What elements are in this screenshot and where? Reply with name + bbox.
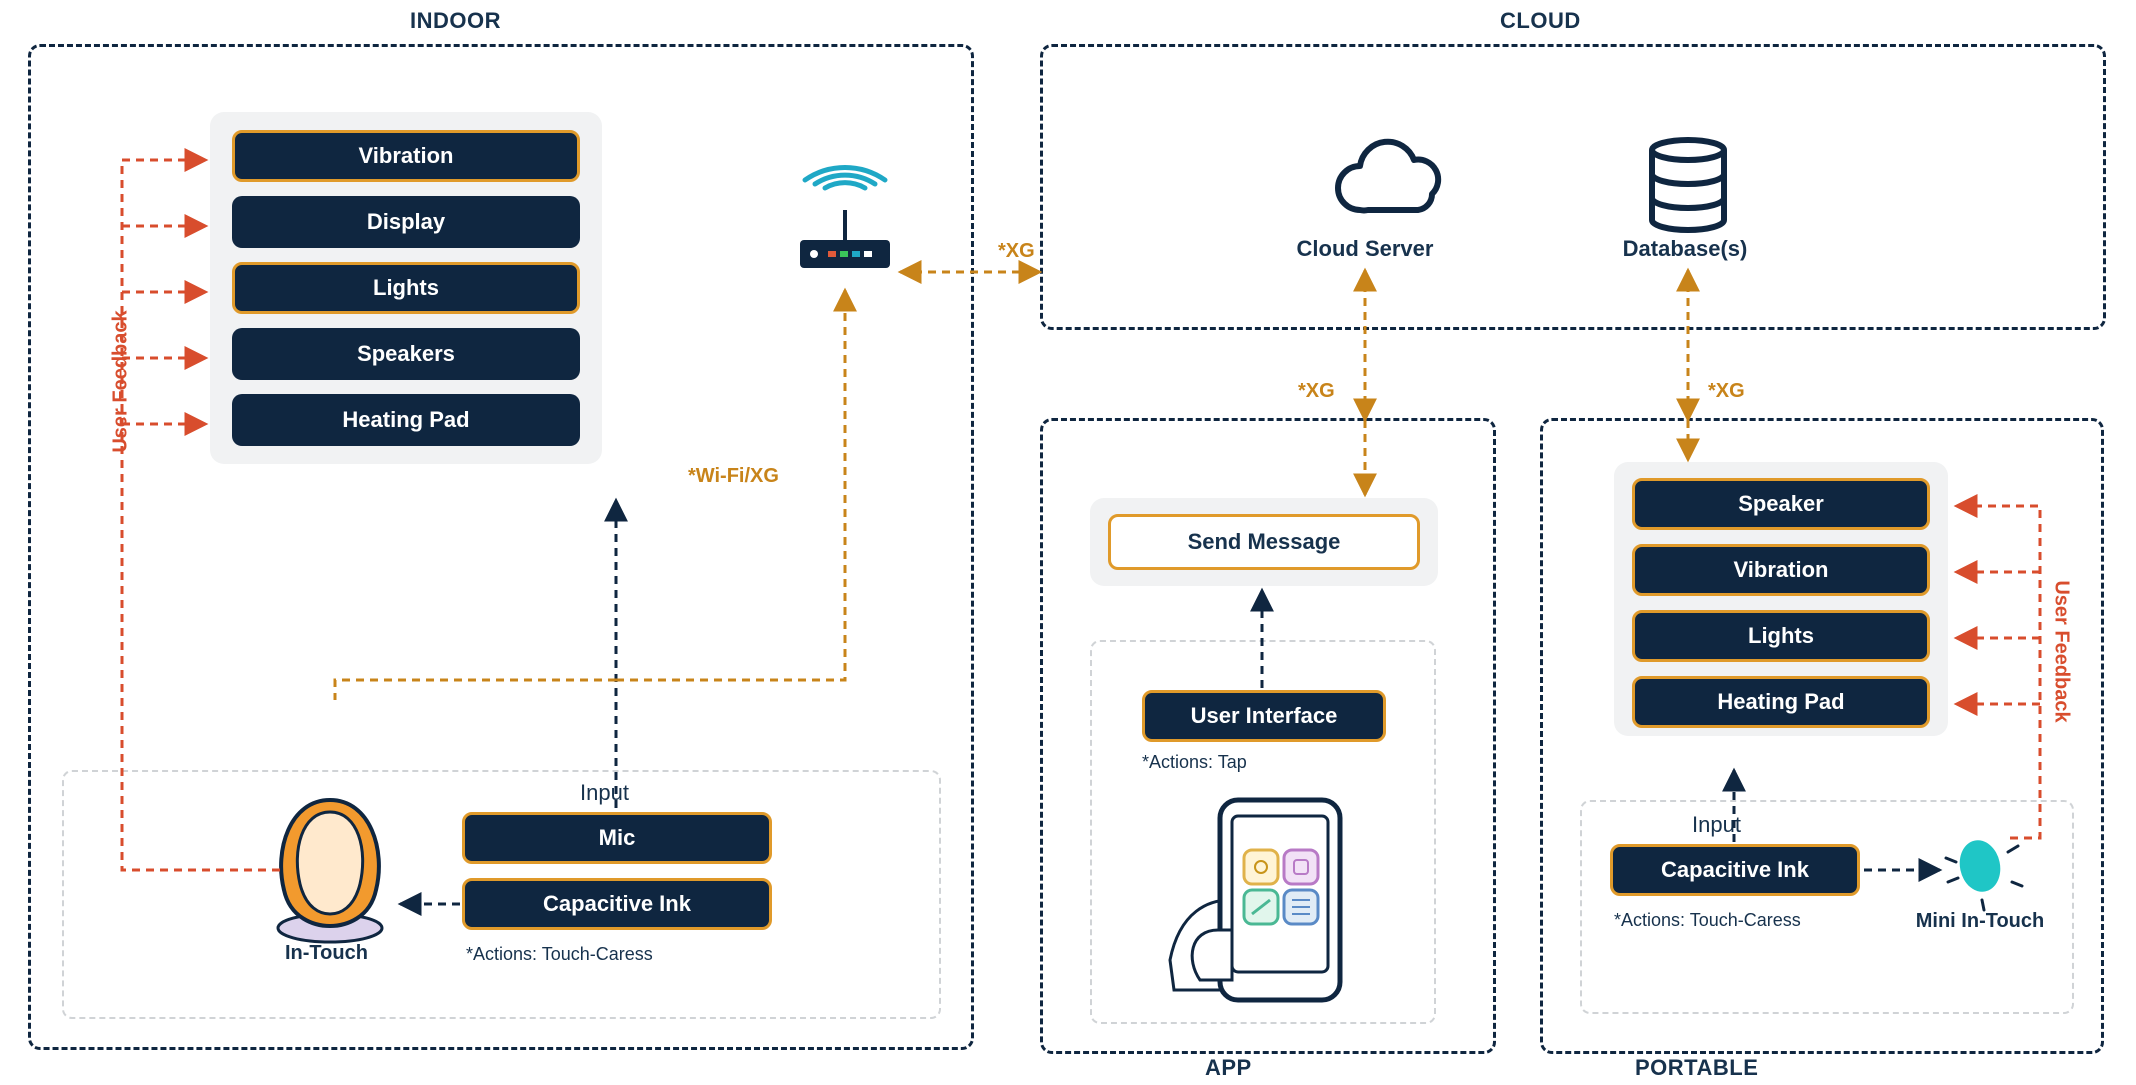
app-send-message: Send Message [1108,514,1420,570]
portable-output-heatingpad: Heating Pad [1632,676,1930,728]
cloud-db-label: Database(s) [1600,236,1770,262]
indoor-output-speakers: Speakers [232,328,580,380]
section-title-app: APP [1205,1055,1252,1081]
app-sendmsg-box: Send Message [1090,498,1438,586]
indoor-output-heatingpad: Heating Pad [232,394,580,446]
section-title-cloud: CLOUD [1500,8,1581,34]
indoor-actions-note: *Actions: Touch-Caress [466,944,653,965]
portable-outputs-box: Speaker Vibration Lights Heating Pad [1614,462,1948,736]
indoor-input-mic: Mic [462,812,772,864]
indoor-output-vibration: Vibration [232,130,580,182]
portable-actions-note: *Actions: Touch-Caress [1614,910,1801,931]
portable-output-lights: Lights [1632,610,1930,662]
indoor-wifi-xg-label: *Wi-Fi/XG [688,465,779,488]
indoor-output-display: Display [232,196,580,248]
portable-input-subpanel [1580,800,2074,1014]
app-ui-pill: User Interface [1142,690,1386,742]
portable-output-speaker: Speaker [1632,478,1930,530]
indoor-input-title: Input [580,780,629,806]
cloud-server-label: Cloud Server [1280,236,1450,262]
section-title-portable: PORTABLE [1635,1055,1758,1081]
portable-feedback-label: User Feedback [2050,580,2073,722]
xg-app-label: *XG [1298,380,1335,403]
xg-portable-label: *XG [1708,380,1745,403]
portable-input-title: Input [1692,812,1741,838]
cloud-panel [1040,44,2106,330]
portable-input-capink: Capacitive Ink [1610,844,1860,896]
indoor-outputs-box: Vibration Display Lights Speakers Heatin… [210,112,602,464]
indoor-input-capink: Capacitive Ink [462,878,772,930]
indoor-device-label: In-Touch [285,942,368,965]
xg-router-label: *XG [998,240,1035,263]
indoor-feedback-label: User Feedback [110,310,133,452]
app-actions-note: *Actions: Tap [1142,752,1247,773]
indoor-output-lights: Lights [232,262,580,314]
portable-output-vibration: Vibration [1632,544,1930,596]
portable-device-label: Mini In-Touch [1910,910,2050,933]
section-title-indoor: INDOOR [410,8,501,34]
